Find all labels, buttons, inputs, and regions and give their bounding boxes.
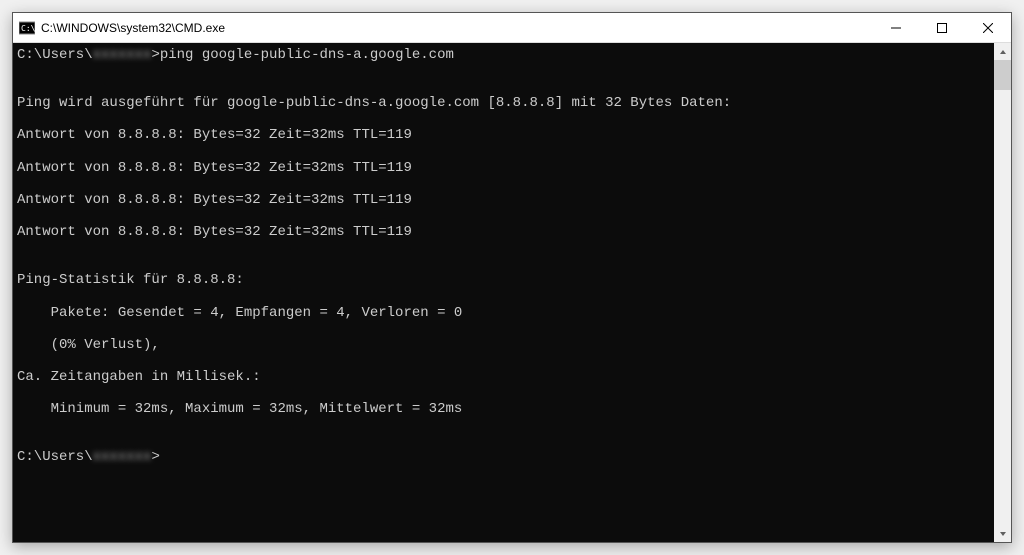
scroll-up-button[interactable] xyxy=(994,43,1011,60)
stats-packets: Pakete: Gesendet = 4, Empfangen = 4, Ver… xyxy=(17,305,990,321)
ping-reply: Antwort von 8.8.8.8: Bytes=32 Zeit=32ms … xyxy=(17,192,990,208)
redacted-username: xxxxxxx xyxy=(93,449,152,465)
maximize-button[interactable] xyxy=(919,13,965,42)
stats-timing: Minimum = 32ms, Maximum = 32ms, Mittelwe… xyxy=(17,401,990,417)
prompt-path: C:\Users\ xyxy=(17,47,93,63)
ping-reply: Antwort von 8.8.8.8: Bytes=32 Zeit=32ms … xyxy=(17,127,990,143)
svg-text:C:\: C:\ xyxy=(21,24,35,33)
close-button[interactable] xyxy=(965,13,1011,42)
minimize-button[interactable] xyxy=(873,13,919,42)
cmd-icon: C:\ xyxy=(19,20,35,36)
scroll-down-button[interactable] xyxy=(994,525,1011,542)
window-controls xyxy=(873,13,1011,42)
prompt-path: C:\Users\ xyxy=(17,449,93,465)
stats-loss: (0% Verlust), xyxy=(17,337,990,353)
vertical-scrollbar[interactable] xyxy=(994,43,1011,542)
command-text: >ping google-public-dns-a.google.com xyxy=(151,47,453,63)
cmd-window: C:\ C:\WINDOWS\system32\CMD.exe C:\Users… xyxy=(12,12,1012,543)
window-title: C:\WINDOWS\system32\CMD.exe xyxy=(41,21,873,35)
redacted-username: xxxxxxx xyxy=(93,47,152,63)
terminal-output[interactable]: C:\Users\xxxxxxx>ping google-public-dns-… xyxy=(13,43,994,542)
prompt-caret: > xyxy=(151,449,159,465)
ping-reply: Antwort von 8.8.8.8: Bytes=32 Zeit=32ms … xyxy=(17,160,990,176)
stats-header: Ping-Statistik für 8.8.8.8: xyxy=(17,272,990,288)
stats-timing-header: Ca. Zeitangaben in Millisek.: xyxy=(17,369,990,385)
prompt-line: C:\Users\xxxxxxx>ping google-public-dns-… xyxy=(17,47,990,63)
prompt-line: C:\Users\xxxxxxx> xyxy=(17,449,990,465)
scroll-track[interactable] xyxy=(994,60,1011,525)
ping-reply: Antwort von 8.8.8.8: Bytes=32 Zeit=32ms … xyxy=(17,224,990,240)
scroll-thumb[interactable] xyxy=(994,60,1011,90)
ping-header: Ping wird ausgeführt für google-public-d… xyxy=(17,95,990,111)
titlebar[interactable]: C:\ C:\WINDOWS\system32\CMD.exe xyxy=(13,13,1011,43)
terminal-area: C:\Users\xxxxxxx>ping google-public-dns-… xyxy=(13,43,1011,542)
